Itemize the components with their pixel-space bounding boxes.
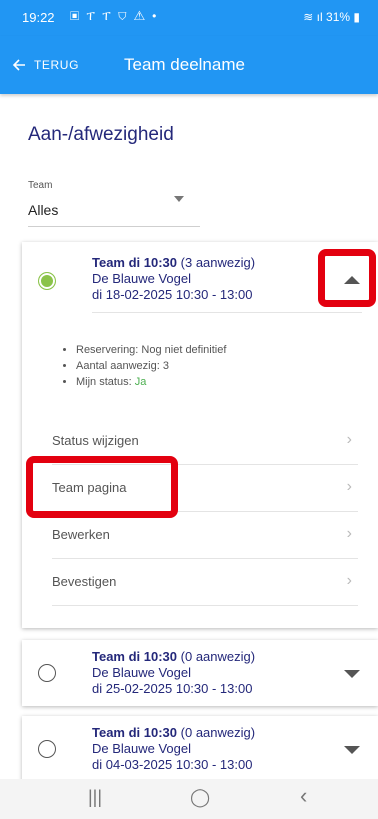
session-info[interactable]: Team di 10:30 (0 aanwezig) De Blauwe Vog… [92,725,255,773]
action-bewerken[interactable]: Bewerken › [52,512,358,559]
session-location: De Blauwe Vogel [92,741,192,756]
session-date: di 18-02-2025 10:30 - 13:00 [92,287,253,302]
battery-icon: ▮ [350,10,360,24]
session-count: (3 aanwezig) [180,255,256,270]
my-status-label: Mijn status: [76,376,132,388]
session-count: (0 aanwezig) [180,725,256,740]
action-label: Status wijzigen [52,433,139,448]
back-button[interactable]: TERUG [12,51,79,79]
wifi-signal-icon: ≋ ıl [303,10,327,24]
session-radio[interactable] [38,740,56,758]
session-details-list: Reservering: Nog niet definitief Aantal … [64,342,226,390]
chevron-right-icon: › [346,478,352,495]
team-filter-select[interactable]: Team Alles [28,180,200,227]
chevron-right-icon: › [346,431,352,448]
session-team: Team di 10:30 [92,725,178,740]
session-location: De Blauwe Vogel [92,665,192,680]
session-radio-selected[interactable] [38,272,56,290]
recents-icon[interactable]: ||| [88,787,102,808]
arrow-left-icon [12,59,25,71]
session-info[interactable]: Team di 10:30 (0 aanwezig) De Blauwe Vog… [92,649,255,697]
battery-level: 31% [326,10,351,24]
action-bevestigen[interactable]: Bevestigen › [52,559,358,606]
team-filter-value: Alles [28,202,59,218]
expand-caret-icon[interactable] [344,746,360,754]
highlight-box-team-pagina [26,456,178,518]
chevron-right-icon: › [346,525,352,542]
app-bar: TERUG Team deelname [0,36,378,94]
my-status-value: Ja [134,376,147,388]
action-label: Bewerken [52,527,110,542]
session-date: di 04-03-2025 10:30 - 13:00 [92,757,253,772]
highlight-box-collapse [318,249,376,307]
header-divider [92,312,362,313]
status-time: 19:22 [22,10,55,25]
session-card: Team di 10:30 (0 aanwezig) De Blauwe Vog… [22,716,378,782]
status-bar: 19:22 ▣ ፐ ፐ ⛉ ⚠ • ≋ ıl 31% ▮ [0,0,378,36]
detail-my-status: Mijn status: Ja [76,374,226,390]
dropdown-arrow-icon [174,196,184,202]
session-count: (0 aanwezig) [180,649,256,664]
detail-reservation: Reservering: Nog niet definitief [76,342,226,358]
app-title: Team deelname [124,55,245,74]
session-card: Team di 10:30 (0 aanwezig) De Blauwe Vog… [22,640,378,706]
page-title: Aan-/afwezigheid [28,124,174,145]
session-radio[interactable] [38,664,56,682]
chevron-right-icon: › [346,572,352,589]
home-icon[interactable]: ◯ [190,787,210,808]
team-filter-label: Team [28,180,53,191]
session-card: Team di 10:30 (3 aanwezig) De Blauwe Vog… [22,242,378,628]
expand-caret-icon[interactable] [344,670,360,678]
session-date: di 25-02-2025 10:30 - 13:00 [92,681,253,696]
session-info[interactable]: Team di 10:30 (3 aanwezig) De Blauwe Vog… [92,255,255,303]
session-team: Team di 10:30 [92,255,178,270]
back-label: TERUG [34,58,79,72]
detail-attendees: Aantal aanwezig: 3 [76,358,226,374]
action-label: Bevestigen [52,574,117,589]
system-nav-bar: ||| ◯ ‹ [0,779,378,819]
status-right: ≋ ıl 31% ▮ [303,10,360,24]
back-nav-icon[interactable]: ‹ [300,783,307,809]
session-location: De Blauwe Vogel [92,271,192,286]
notification-icons: ▣ ፐ ፐ ⛉ ⚠ • [70,9,159,23]
session-team: Team di 10:30 [92,649,178,664]
